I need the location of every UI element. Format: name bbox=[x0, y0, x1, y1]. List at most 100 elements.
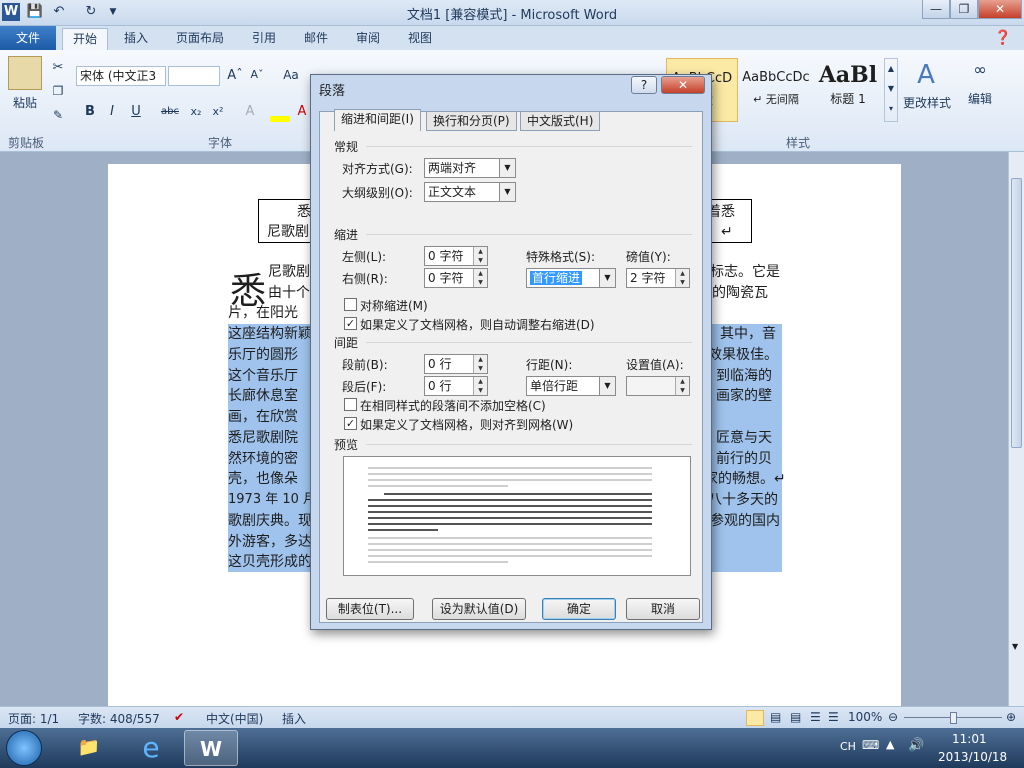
copy-icon[interactable]: ❐ bbox=[50, 84, 66, 98]
keyboard-icon[interactable]: ⌨ bbox=[862, 738, 879, 752]
body-line: 这座结构新颖 bbox=[228, 326, 312, 342]
indent-left-input[interactable]: 0 字符 ▲ ▼ bbox=[424, 246, 488, 266]
bold-icon[interactable]: B bbox=[80, 102, 100, 122]
indent-right-spinner[interactable]: ▲ ▼ bbox=[473, 269, 487, 287]
tab-insert[interactable]: 插入 bbox=[114, 28, 158, 50]
line-spacing-select[interactable]: 单倍行距 ▼ bbox=[526, 376, 616, 396]
tab-home[interactable]: 开始 bbox=[62, 28, 109, 50]
special-indent-select[interactable]: 首行缩进 ▼ bbox=[526, 268, 616, 288]
italic-icon[interactable]: I bbox=[102, 102, 122, 122]
indent-right-input[interactable]: 0 字符 ▲ ▼ bbox=[424, 268, 488, 288]
outline-level-select[interactable]: 正文文本 ▼ bbox=[424, 182, 516, 202]
word-count[interactable]: 字数: 408/557 bbox=[78, 710, 160, 727]
space-before-input[interactable]: 0 行 ▲ ▼ bbox=[424, 354, 488, 374]
zoom-slider-handle[interactable] bbox=[950, 712, 957, 724]
superscript-icon[interactable]: x² bbox=[208, 102, 228, 122]
body-line-tail: 效果极佳。 bbox=[708, 347, 778, 363]
outline-icon[interactable]: ☰ bbox=[810, 710, 821, 724]
style-no-spacing[interactable]: AaBbCcDc ↵ 无间隔 bbox=[740, 58, 812, 122]
space-after-spinner[interactable]: ▲ ▼ bbox=[473, 377, 487, 395]
highlight-color-icon[interactable] bbox=[270, 116, 290, 122]
tab-review[interactable]: 审阅 bbox=[346, 28, 390, 50]
chevron-down-icon[interactable]: ▼ bbox=[499, 159, 515, 177]
indent-left-spinner[interactable]: ▲ ▼ bbox=[473, 247, 487, 265]
set-default-button[interactable]: 设为默认值(D) bbox=[432, 598, 526, 620]
zoom-in-icon[interactable]: ⊕ bbox=[1006, 710, 1016, 724]
styles-scroll-icon[interactable]: ▲ ▼ ▾ bbox=[884, 58, 898, 122]
web-layout-icon[interactable]: ▤ bbox=[790, 710, 801, 724]
space-before-spinner[interactable]: ▲ ▼ bbox=[473, 355, 487, 373]
tab-mailings[interactable]: 邮件 bbox=[294, 28, 338, 50]
cut-icon[interactable]: ✂ bbox=[50, 60, 66, 75]
tab-line-page-breaks[interactable]: 换行和分页(P) bbox=[426, 111, 517, 131]
proofing-icon[interactable]: ✔ bbox=[174, 710, 184, 724]
explorer-icon[interactable]: 📁 bbox=[62, 730, 116, 766]
ok-button[interactable]: 确定 bbox=[542, 598, 616, 620]
text-effects-icon[interactable]: A bbox=[240, 102, 260, 122]
format-painter-icon[interactable]: ✎ bbox=[50, 108, 66, 122]
volume-icon[interactable]: 🔊 bbox=[908, 738, 924, 753]
edit-button[interactable]: 编辑 bbox=[962, 90, 998, 107]
paste-button[interactable]: 粘贴 bbox=[8, 94, 42, 111]
auto-right-indent-checkbox[interactable]: ✓ bbox=[344, 317, 357, 330]
ie-icon[interactable]: e bbox=[124, 730, 178, 766]
spacing-at-input[interactable]: ▲ ▼ bbox=[626, 376, 690, 396]
snap-to-grid-checkbox[interactable]: ✓ bbox=[344, 417, 357, 430]
strikethrough-icon[interactable]: abc bbox=[160, 102, 180, 122]
page-count[interactable]: 页面: 1/1 bbox=[8, 710, 59, 727]
change-case-icon[interactable]: Aa bbox=[280, 68, 302, 82]
tab-view[interactable]: 视图 bbox=[398, 28, 442, 50]
cancel-button[interactable]: 取消 bbox=[626, 598, 700, 620]
tab-page-layout[interactable]: 页面布局 bbox=[166, 28, 234, 50]
change-styles-button[interactable]: 更改样式 bbox=[900, 94, 954, 111]
tab-indents-spacing[interactable]: 缩进和间距(I) bbox=[334, 109, 421, 131]
close-button[interactable]: ✕ bbox=[978, 0, 1022, 19]
vertical-scrollbar[interactable]: ▼ bbox=[1008, 152, 1024, 706]
word-taskbar-icon[interactable]: W bbox=[184, 730, 238, 766]
draft-icon[interactable]: ☰ bbox=[828, 710, 839, 724]
input-language[interactable]: CH bbox=[840, 740, 856, 753]
tray-arrow-icon[interactable]: ▲ bbox=[886, 738, 894, 751]
change-styles-icon[interactable]: A bbox=[912, 60, 940, 90]
chevron-down-icon[interactable]: ▼ bbox=[499, 183, 515, 201]
full-screen-icon[interactable]: ▤ bbox=[770, 710, 781, 724]
dialog-close-button[interactable]: ✕ bbox=[661, 76, 705, 94]
language[interactable]: 中文(中国) bbox=[206, 710, 263, 727]
no-space-same-style-checkbox[interactable] bbox=[344, 398, 357, 411]
space-after-input[interactable]: 0 行 ▲ ▼ bbox=[424, 376, 488, 396]
zoom-level[interactable]: 100% bbox=[848, 710, 882, 724]
alignment-select[interactable]: 两端对齐 ▼ bbox=[424, 158, 516, 178]
font-color-icon[interactable]: A bbox=[292, 102, 312, 122]
restore-button[interactable]: ❐ bbox=[950, 0, 978, 19]
scroll-down-icon[interactable]: ▼ bbox=[1012, 642, 1018, 651]
mirror-indents-checkbox[interactable] bbox=[344, 298, 357, 311]
indent-by-input[interactable]: 2 字符 ▲ ▼ bbox=[626, 268, 690, 288]
binoculars-icon[interactable]: ∞ bbox=[966, 60, 994, 79]
scrollbar-thumb[interactable] bbox=[1011, 178, 1022, 448]
clock-time[interactable]: 11:01 bbox=[952, 732, 987, 746]
tab-references[interactable]: 引用 bbox=[242, 28, 286, 50]
indent-by-spinner[interactable]: ▲ ▼ bbox=[675, 269, 689, 287]
tabs-button[interactable]: 制表位(T)... bbox=[326, 598, 414, 620]
chevron-down-icon[interactable]: ▼ bbox=[599, 269, 615, 287]
dialog-help-button[interactable]: ? bbox=[631, 76, 657, 94]
minimize-button[interactable]: — bbox=[922, 0, 950, 19]
tab-asian-typography[interactable]: 中文版式(H) bbox=[520, 111, 601, 131]
font-size-box[interactable] bbox=[168, 66, 220, 86]
grow-font-icon[interactable]: Aˆ bbox=[226, 68, 244, 83]
shrink-font-icon[interactable]: Aˇ bbox=[248, 68, 266, 81]
help-icon[interactable]: ❓ bbox=[984, 28, 1021, 50]
clock-date[interactable]: 2013/10/18 bbox=[938, 750, 1007, 764]
chevron-down-icon[interactable]: ▼ bbox=[599, 377, 615, 395]
insert-mode[interactable]: 插入 bbox=[282, 710, 306, 727]
subscript-icon[interactable]: x₂ bbox=[186, 102, 206, 122]
style-heading-1[interactable]: AaBl 标题 1 bbox=[812, 58, 884, 122]
zoom-out-icon[interactable]: ⊖ bbox=[888, 710, 898, 724]
tab-file[interactable]: 文件 bbox=[0, 26, 56, 50]
font-name-box[interactable]: 宋体 (中文正3 bbox=[76, 66, 166, 86]
spacing-at-spinner[interactable]: ▲ ▼ bbox=[675, 377, 689, 395]
underline-icon[interactable]: U bbox=[126, 102, 146, 122]
paste-icon[interactable] bbox=[8, 56, 42, 90]
start-button[interactable] bbox=[6, 730, 42, 766]
print-layout-icon[interactable] bbox=[746, 710, 764, 726]
